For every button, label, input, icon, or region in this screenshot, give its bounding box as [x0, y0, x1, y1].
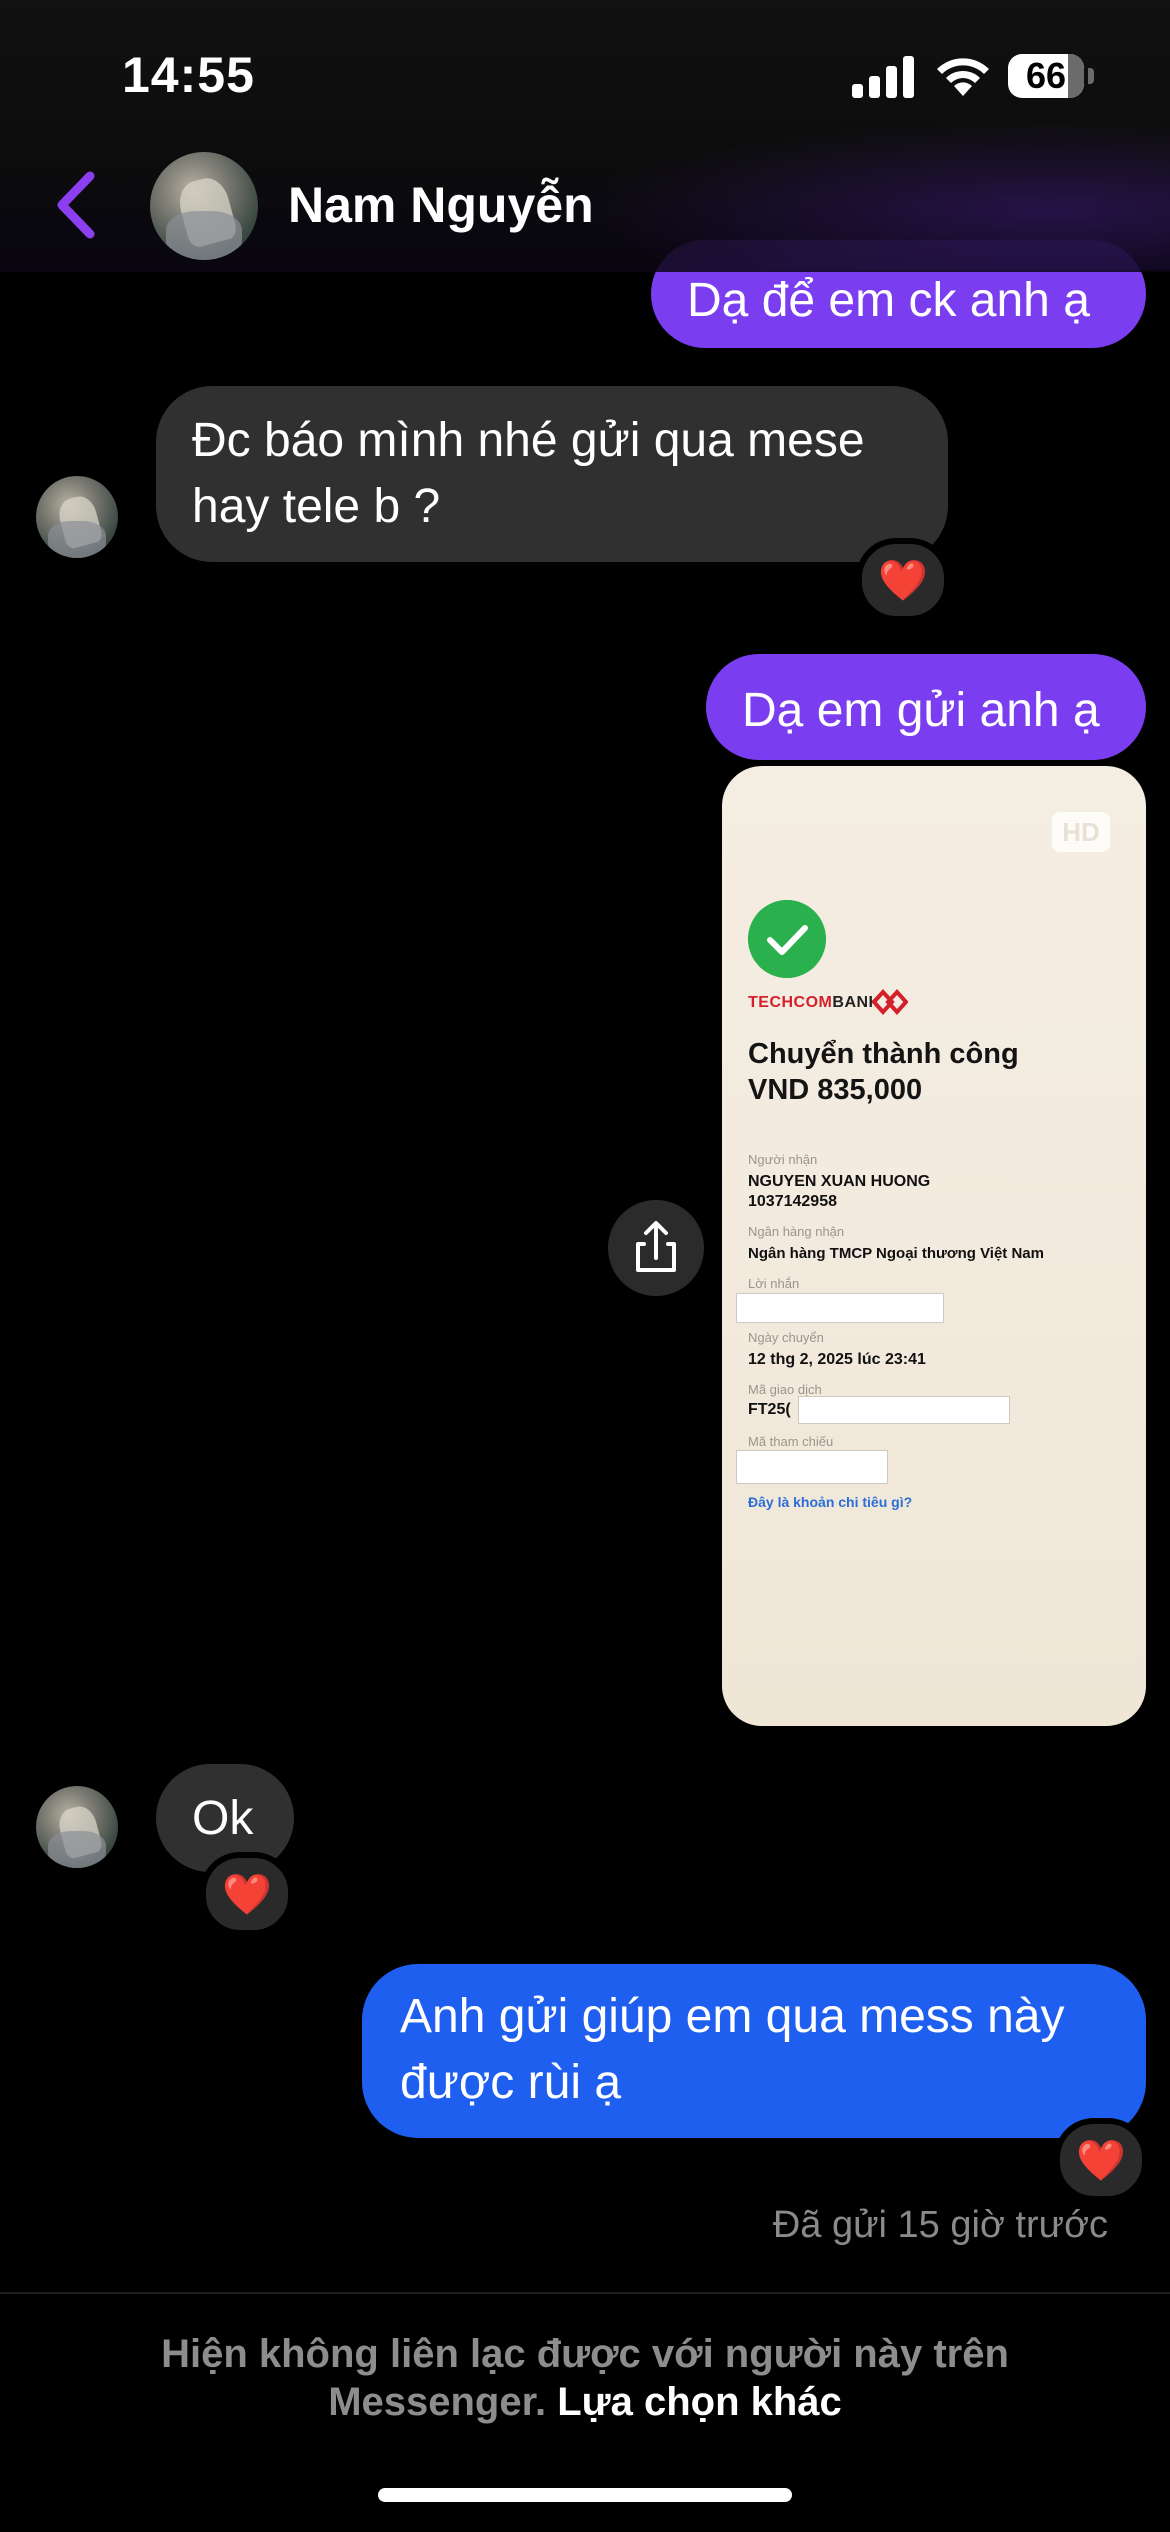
check-icon	[748, 900, 826, 978]
status-bar: 14:55 66	[0, 0, 1170, 150]
message-text-line: Đc báo mình nhé gửi qua mese	[192, 414, 865, 467]
txn-label: Mã giao dịch	[748, 1382, 822, 1397]
hd-badge: HD	[1052, 812, 1110, 852]
reaction-badge[interactable]: ❤️	[1054, 2118, 1148, 2202]
expense-category-link: Đây là khoản chi tiêu gì?	[748, 1494, 913, 1510]
receipt-status: Chuyển thành công	[748, 1038, 1019, 1070]
unavailable-notice: Hiện không liên lạc được với người này t…	[0, 2330, 1170, 2426]
sender-avatar[interactable]	[36, 1786, 118, 1868]
notice-line2: Messenger. Lựa chọn khác	[0, 2378, 1170, 2426]
notice-line1: Hiện không liên lạc được với người này t…	[161, 2332, 1009, 2376]
receipt-title: Chuyển thành công VND 835,000	[748, 1036, 1019, 1108]
reaction-badge[interactable]: ❤️	[200, 1852, 294, 1936]
message-text-line: hay tele b ?	[192, 480, 441, 533]
contact-name[interactable]: Nam Nguyễn	[288, 176, 594, 234]
contact-avatar[interactable]	[150, 152, 258, 260]
reaction-badge[interactable]: ❤️	[856, 538, 950, 622]
bank-brand: TECHCOMBANK	[748, 994, 881, 1012]
txn-redacted	[798, 1396, 1010, 1424]
transfer-receipt-image[interactable]: HD TECHCOMBANK Chuyển thành công VND 835…	[722, 766, 1146, 1726]
notice-prefix: Messenger.	[328, 2380, 547, 2424]
sender-avatar[interactable]	[36, 476, 118, 558]
message-text-line: được rùi ạ	[400, 2056, 622, 2109]
heart-icon: ❤️	[1076, 2138, 1126, 2183]
receipt-amount: VND 835,000	[748, 1074, 923, 1106]
status-time: 14:55	[122, 47, 255, 103]
heart-icon: ❤️	[222, 1872, 272, 1917]
message-text: Dạ em gửi anh ạ	[742, 684, 1100, 737]
message-text: Ok	[192, 1792, 254, 1845]
signal-icon	[852, 56, 914, 98]
txn-value: FT25(	[748, 1401, 791, 1418]
sent-status: Đã gửi 15 giờ trước	[772, 2204, 1108, 2246]
date-label: Ngày chuyển	[748, 1330, 824, 1345]
bank-label: Ngân hàng nhận	[748, 1224, 845, 1239]
other-options-link[interactable]: Lựa chọn khác	[557, 2380, 842, 2424]
bank-logo-icon	[872, 989, 908, 1015]
date-value: 12 thg 2, 2025 lúc 23:41	[748, 1351, 926, 1368]
share-icon[interactable]	[608, 1200, 704, 1296]
message-redacted	[736, 1293, 944, 1323]
bank-value: Ngân hàng TMCP Ngoại thương Việt Nam	[748, 1245, 1044, 1262]
recipient-account: 1037142958	[748, 1193, 837, 1210]
home-indicator[interactable]	[378, 2488, 792, 2502]
message-label: Lời nhắn	[748, 1276, 800, 1291]
ref-redacted	[736, 1450, 888, 1484]
message-bubble-outgoing[interactable]: Anh gửi giúp em qua mess này được rùi ạ	[362, 1964, 1146, 2138]
divider	[0, 2292, 1170, 2294]
heart-icon: ❤️	[878, 558, 928, 603]
recipient-name: NGUYEN XUAN HUONG	[748, 1173, 931, 1190]
ref-label: Mã tham chiếu	[748, 1434, 834, 1449]
wifi-icon	[937, 58, 989, 96]
bank-brand-part1: TECHCOM	[748, 994, 833, 1011]
recipient-label: Người nhận	[748, 1152, 818, 1167]
back-arrow-icon[interactable]	[52, 170, 102, 240]
battery-level: 66	[1025, 55, 1067, 96]
message-text-line: Anh gửi giúp em qua mess này	[400, 1990, 1065, 2043]
message-bubble-incoming[interactable]: Đc báo mình nhé gửi qua mese hay tele b …	[156, 386, 948, 562]
message-bubble-outgoing[interactable]: Dạ em gửi anh ạ	[706, 654, 1146, 760]
message-text: Dạ để em ck anh ạ	[687, 274, 1090, 327]
battery-icon: 66	[1008, 54, 1094, 100]
